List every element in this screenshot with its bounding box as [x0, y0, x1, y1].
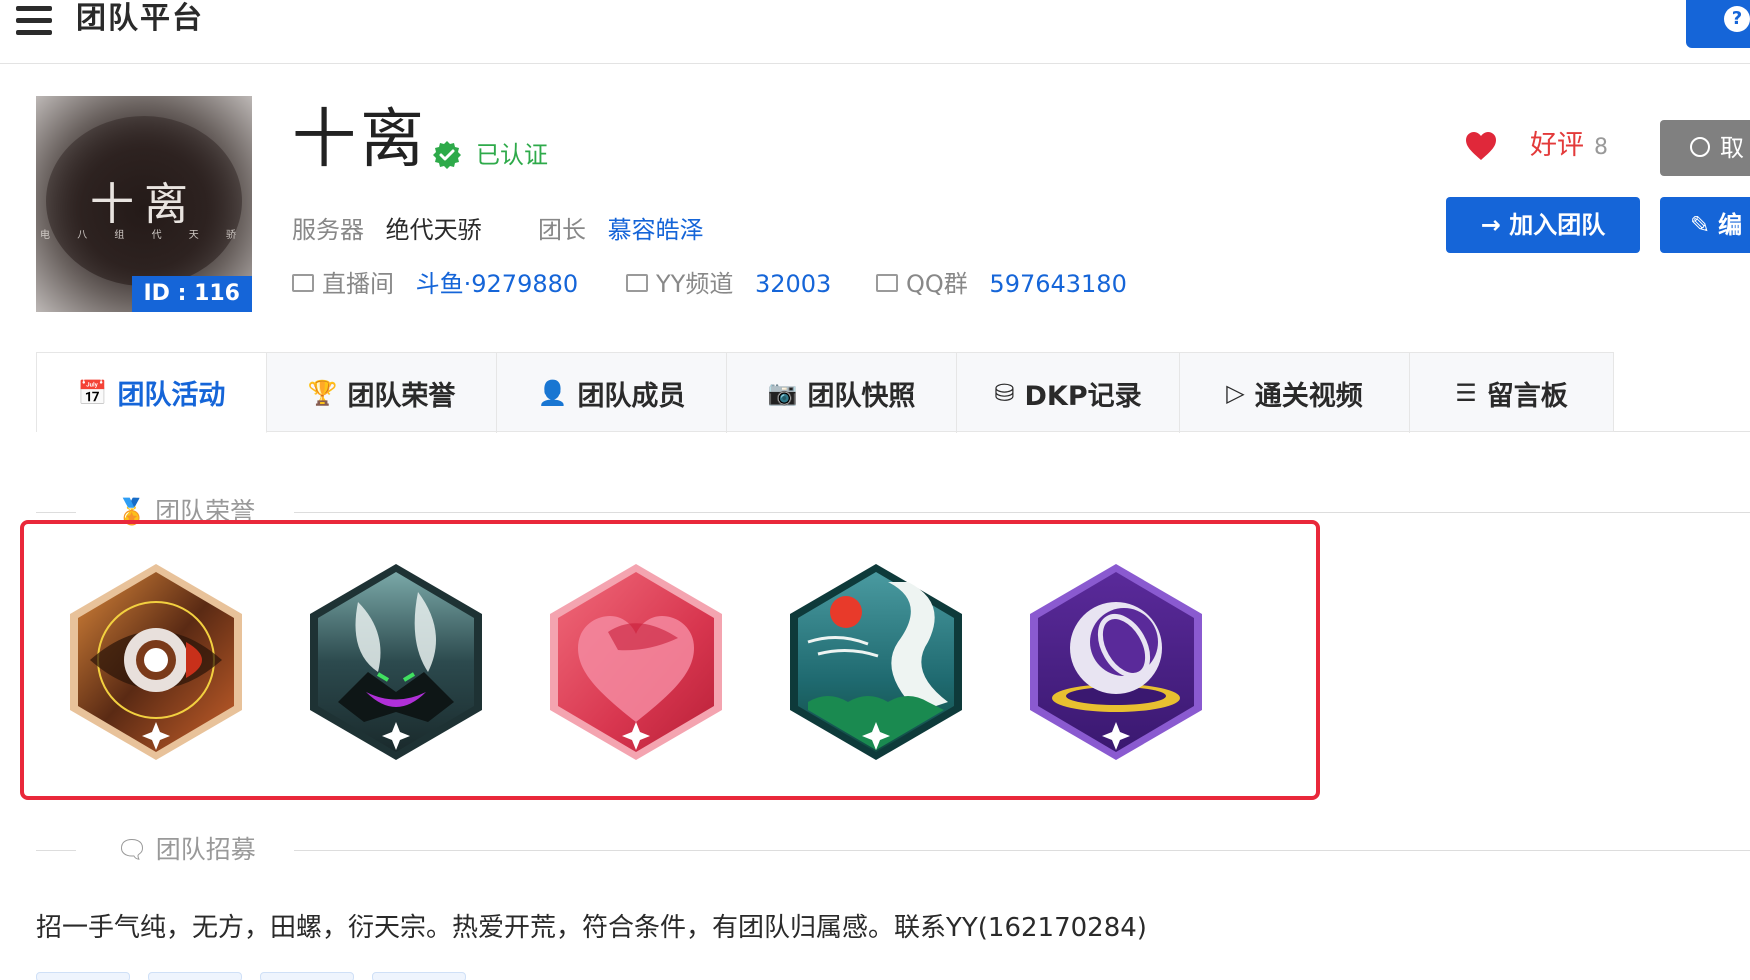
app-title: 团队平台 — [76, 1, 204, 36]
recruit-section-header: 🗨 团队招募 — [36, 830, 1750, 870]
yy-label: YY频道 — [656, 270, 734, 298]
tab-activities[interactable]: 📅 团队活动 — [37, 353, 267, 433]
video-camera-icon — [292, 274, 314, 292]
edit-icon: ✎ — [1690, 211, 1711, 239]
honors-badges — [68, 562, 1218, 762]
edit-label: 编 — [1718, 211, 1743, 239]
play-circle-icon: ▷ — [1226, 379, 1245, 407]
recruit-text: 招一手气纯，无方，田螺，衍天宗。热爱开荒，符合条件，有团队归属感。联系YY(16… — [36, 913, 1147, 943]
tag-chip[interactable] — [36, 972, 130, 980]
tab-honors[interactable]: 🏆 团队荣誉 — [267, 353, 497, 433]
tag-chip[interactable] — [372, 972, 466, 980]
qq-link[interactable]: 597643180 — [989, 270, 1126, 298]
check-circle-icon — [1690, 137, 1710, 157]
recruit-title-text: 团队招募 — [155, 835, 256, 864]
menu-icon[interactable] — [16, 6, 52, 36]
eye-badge[interactable] — [68, 562, 244, 762]
divider — [294, 512, 1750, 513]
cancel-button[interactable]: 取 — [1660, 120, 1750, 176]
camera-icon: 📷 — [767, 379, 798, 407]
tab-label: 团队活动 — [117, 380, 226, 411]
leader-link[interactable]: 慕容皓泽 — [608, 216, 704, 244]
avatar-logo-text: 十离 — [90, 179, 198, 230]
tab-bar: 📅 团队活动 🏆 团队荣誉 👤 团队成员 📷 团队快照 ⛁ DKP记录 ▷ 通关视频 ☰ 留言… — [36, 352, 1614, 433]
divider — [36, 850, 76, 851]
tab-members[interactable]: 👤 团队成员 — [497, 353, 727, 433]
beast-badge[interactable] — [308, 562, 484, 762]
wave-badge[interactable] — [788, 562, 964, 762]
tab-divider — [1614, 431, 1750, 432]
avatar-logo-subtext: 电 八 组 代 天 骄 — [40, 230, 248, 241]
tab-label: 留言板 — [1486, 380, 1568, 412]
tab-label: 团队快照 — [807, 380, 916, 412]
cancel-label: 取 — [1720, 134, 1744, 162]
live-link[interactable]: 斗鱼·9279880 — [416, 270, 579, 298]
qq-info: QQ群 597643180 — [876, 268, 1127, 300]
tab-snapshots[interactable]: 📷 团队快照 — [727, 353, 957, 433]
help-button[interactable]: ? — [1686, 0, 1750, 48]
edit-button[interactable]: ✎ 编 — [1660, 197, 1750, 253]
copy-icon — [626, 274, 648, 292]
divider — [294, 850, 1750, 851]
verified-label: 已认证 — [476, 141, 548, 169]
trophy-icon: 🏆 — [307, 379, 338, 407]
yy-info: YY频道 32003 — [626, 268, 831, 300]
message-icon: ☰ — [1455, 379, 1477, 407]
server-value: 绝代天骄 — [385, 216, 482, 244]
tab-label: 团队荣誉 — [347, 380, 456, 412]
recruit-section-title: 🗨 团队招募 — [116, 834, 256, 866]
server-label: 服务器 — [292, 216, 364, 244]
board-icon: 🗨 — [116, 835, 156, 864]
qq-label: QQ群 — [906, 270, 968, 298]
tab-message-board[interactable]: ☰ 留言板 — [1410, 353, 1613, 433]
live-label: 直播间 — [322, 270, 394, 298]
heart-badge[interactable] — [548, 562, 724, 762]
verified-check-icon — [433, 141, 461, 169]
team-avatar: 十离 电 八 组 代 天 骄 ID : 116 — [36, 96, 252, 312]
leader-label: 团长 — [538, 216, 586, 244]
orb-badge[interactable] — [1028, 562, 1204, 762]
tab-videos[interactable]: ▷ 通关视频 — [1180, 353, 1410, 433]
leader-info: 团长 慕容皓泽 — [538, 214, 704, 246]
tab-label: 通关视频 — [1254, 380, 1363, 412]
yy-link[interactable]: 32003 — [755, 270, 831, 298]
tag-chip[interactable] — [260, 972, 354, 980]
user-icon: 👤 — [537, 379, 568, 407]
server-info: 服务器 绝代天骄 — [292, 214, 482, 246]
help-icon: ? — [1724, 6, 1750, 32]
tab-label: DKP记录 — [1024, 380, 1142, 412]
join-team-button[interactable]: → 加入团队 — [1446, 197, 1640, 253]
team-id-badge: ID : 116 — [131, 276, 252, 312]
divider — [36, 512, 76, 513]
live-info: 直播间 斗鱼·9279880 — [292, 268, 578, 300]
top-bar: 团队平台 ? — [0, 0, 1750, 64]
database-icon: ⛁ — [994, 379, 1015, 407]
like-count: 8 — [1594, 135, 1608, 160]
like-label: 好评 — [1530, 130, 1584, 161]
heart-icon — [1466, 132, 1496, 160]
tab-dkp[interactable]: ⛁ DKP记录 — [957, 353, 1180, 433]
calendar-icon: 📅 — [77, 378, 108, 407]
copy-icon — [876, 274, 898, 292]
tag-chip[interactable] — [148, 972, 242, 980]
team-name: 十离 — [292, 103, 428, 177]
tab-label: 团队成员 — [577, 380, 686, 412]
